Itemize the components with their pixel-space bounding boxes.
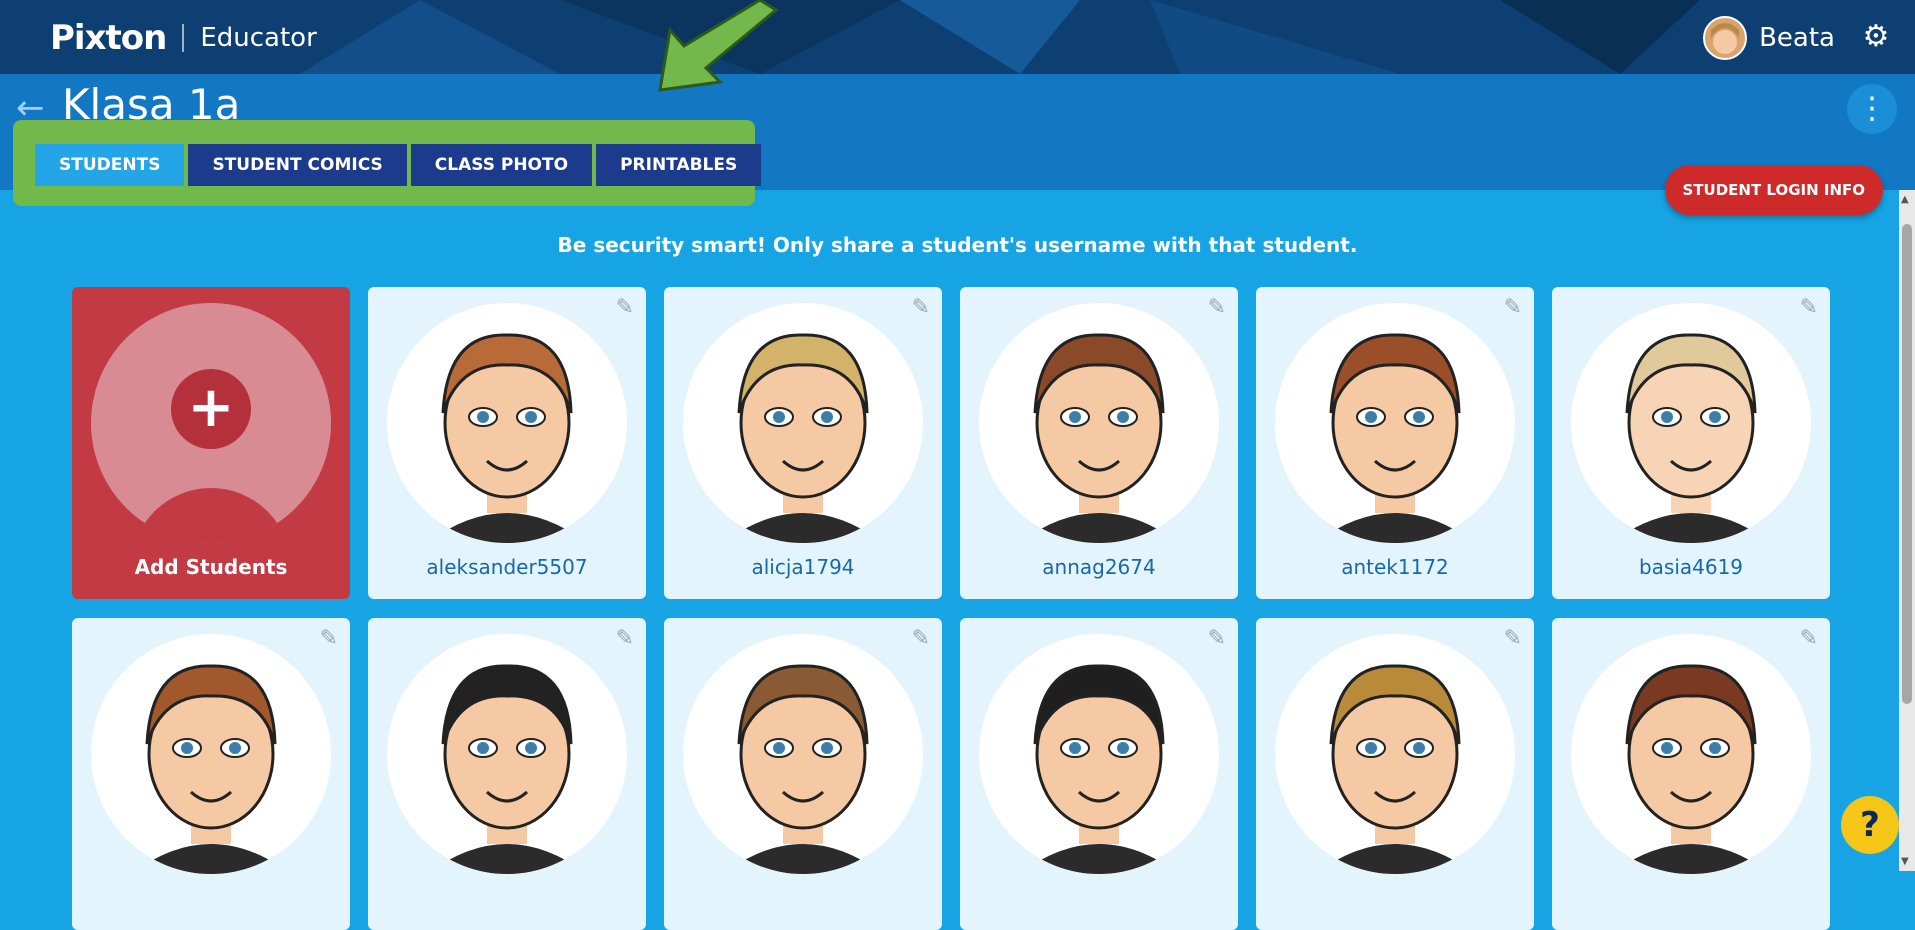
scroll-up-icon[interactable]: ▲	[1901, 194, 1909, 205]
pencil-icon[interactable]: ✎	[1800, 626, 1818, 651]
avatar	[1703, 16, 1748, 60]
avatar	[1571, 634, 1811, 874]
avatar	[979, 634, 1219, 874]
user-menu[interactable]: Beata	[1703, 16, 1835, 60]
student-username: basia4619	[1638, 555, 1744, 579]
brand-divider	[182, 24, 185, 52]
tab-students[interactable]: STUDENTS	[35, 144, 185, 186]
pencil-icon[interactable]: ✎	[912, 295, 930, 320]
add-students-label: Add Students	[134, 555, 288, 579]
student-card[interactable]: ✎	[72, 618, 350, 930]
tab-printables[interactable]: PRINTABLES	[596, 144, 762, 186]
student-card[interactable]: ✎ basia4619	[1552, 287, 1830, 599]
pencil-icon[interactable]: ✎	[616, 626, 634, 651]
tab-student-comics[interactable]: STUDENT COMICS	[188, 144, 407, 186]
avatar-face	[1711, 23, 1740, 54]
avatar	[387, 634, 627, 874]
user-name: Beata	[1759, 23, 1835, 53]
product-name: Educator	[200, 23, 317, 53]
student-card[interactable]: ✎ antek1172	[1256, 287, 1534, 599]
avatar	[683, 303, 923, 543]
pencil-icon[interactable]: ✎	[1504, 626, 1522, 651]
class-tabs: STUDENTS STUDENT COMICS CLASS PHOTO PRIN…	[35, 144, 762, 186]
pencil-icon[interactable]: ✎	[1208, 626, 1226, 651]
kebab-menu-icon[interactable]: ⋮	[1847, 84, 1897, 134]
pencil-icon[interactable]: ✎	[1504, 295, 1522, 320]
student-username: aleksander5507	[426, 555, 588, 579]
silhouette-body	[131, 488, 291, 543]
avatar	[387, 303, 627, 543]
student-card[interactable]: ✎ aleksander5507	[368, 287, 646, 599]
gear-icon[interactable]: ⚙	[1861, 22, 1891, 52]
student-card[interactable]: ✎ alicja1794	[664, 287, 942, 599]
avatar	[683, 634, 923, 874]
question-icon[interactable]: ?	[1841, 796, 1899, 854]
pencil-icon[interactable]: ✎	[1208, 295, 1226, 320]
tab-class-photo[interactable]: CLASS PHOTO	[410, 144, 593, 186]
avatar	[979, 303, 1219, 543]
pencil-icon[interactable]: ✎	[1800, 295, 1818, 320]
student-card[interactable]: ✎	[1552, 618, 1830, 930]
student-username: annag2674	[1042, 555, 1156, 579]
avatar	[1275, 634, 1515, 874]
pencil-icon[interactable]: ✎	[912, 626, 930, 651]
avatar	[1275, 303, 1515, 543]
scrollbar[interactable]: ▲ ▼	[1899, 190, 1915, 871]
student-card[interactable]: ✎	[664, 618, 942, 930]
student-card[interactable]: ✎ annag2674	[960, 287, 1238, 599]
student-login-info-button[interactable]: STUDENT LOGIN INFO	[1664, 165, 1883, 215]
scroll-down-icon[interactable]: ▼	[1901, 856, 1909, 867]
student-username: antek1172	[1341, 555, 1449, 579]
annotation-arrow-icon	[658, 0, 779, 92]
add-students-avatar: +	[91, 303, 331, 543]
student-card[interactable]: ✎	[368, 618, 646, 930]
student-card[interactable]: ✎	[1256, 618, 1534, 930]
avatar	[1571, 303, 1811, 543]
add-students-card[interactable]: + Add Students	[72, 287, 350, 599]
avatar	[91, 634, 331, 874]
plus-icon: +	[171, 369, 251, 449]
brand[interactable]: Pixton Educator	[50, 18, 317, 58]
pencil-icon[interactable]: ✎	[616, 295, 634, 320]
pencil-icon[interactable]: ✎	[320, 626, 338, 651]
top-bar: Pixton Educator Beata ⚙	[0, 0, 1915, 74]
student-card[interactable]: ✎	[960, 618, 1238, 930]
security-notice: Be security smart! Only share a student'…	[557, 233, 1358, 257]
student-username: alicja1794	[751, 555, 855, 579]
pixton-logo: Pixton	[50, 18, 167, 58]
scrollbar-thumb[interactable]	[1902, 224, 1912, 704]
